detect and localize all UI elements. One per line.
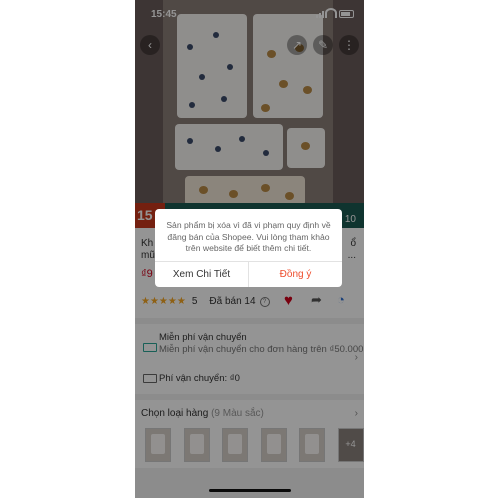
agree-button[interactable]: Đồng ý: [249, 262, 342, 287]
removed-product-dialog: Sản phẩm bị xóa vì đã vi phạm quy định v…: [155, 209, 342, 287]
dialog-buttons: Xem Chi Tiết Đồng ý: [155, 261, 342, 287]
dialog-message: Sản phẩm bị xóa vì đã vi phạm quy định v…: [166, 220, 331, 253]
view-details-button[interactable]: Xem Chi Tiết: [155, 262, 249, 287]
phone-screen: 15:45 ‹ ↗ ✎ ⋮ 15 Kh mũ 10 ổ ... ₫9 ★★★★★…: [135, 0, 364, 498]
